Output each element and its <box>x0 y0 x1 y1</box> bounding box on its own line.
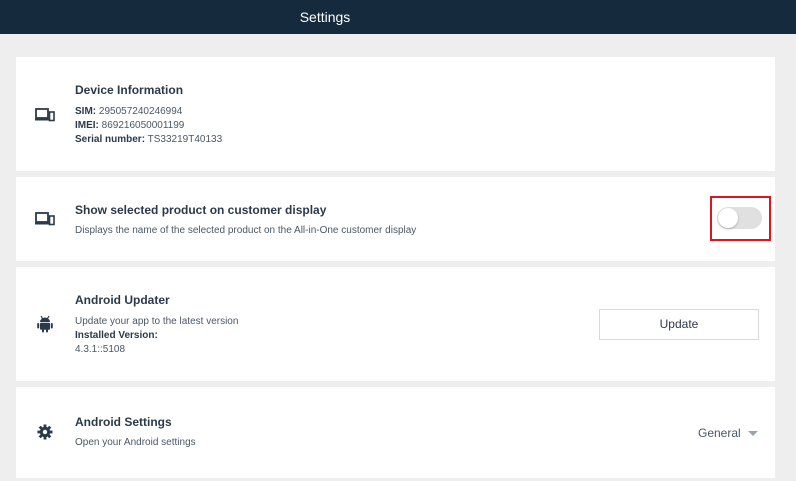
customer-display-description: Displays the name of the selected produc… <box>75 225 417 236</box>
page-title: Settings <box>299 9 351 25</box>
android-updater-description: Update your app to the latest version <box>75 316 239 327</box>
device-information-card: Device Information SIM: 295057240246994 … <box>16 57 775 171</box>
sim-label: SIM: <box>75 106 97 117</box>
imei-value: 869216050001199 <box>101 120 185 131</box>
sim-value: 295057240246994 <box>98 106 183 117</box>
android-icon <box>35 314 55 334</box>
installed-version-label: Installed Version: <box>75 330 158 341</box>
toggle-knob <box>718 208 738 228</box>
android-settings-title: Android Settings <box>75 415 172 429</box>
android-updater-card: Android Updater Update your app to the l… <box>16 267 775 381</box>
update-button[interactable]: Update <box>599 309 759 340</box>
settings-select[interactable]: General <box>696 424 760 442</box>
imei-line: IMEI: 869216050001199 <box>75 120 184 131</box>
sim-line: SIM: 295057240246994 <box>75 106 182 117</box>
android-settings-description: Open your Android settings <box>75 437 196 448</box>
android-updater-title: Android Updater <box>75 293 170 307</box>
customer-display-card: Show selected product on customer displa… <box>16 177 775 261</box>
imei-label: IMEI: <box>75 120 99 131</box>
devices-icon <box>35 209 55 229</box>
customer-display-toggle[interactable] <box>717 207 762 229</box>
settings-select-value: General <box>698 426 741 440</box>
serial-line: Serial number: TS33219T40133 <box>75 134 222 145</box>
gear-icon <box>35 422 55 442</box>
installed-version-value: 4.3.1::5108 <box>75 344 126 355</box>
toggle-highlight-box <box>710 196 771 241</box>
android-settings-card: Android Settings Open your Android setti… <box>16 387 775 478</box>
device-information-title: Device Information <box>75 83 184 97</box>
chevron-down-icon <box>748 431 758 436</box>
installed-version-label-text: Installed Version: <box>75 330 158 341</box>
devices-icon <box>35 105 55 125</box>
serial-label: Serial number: <box>75 134 146 145</box>
customer-display-title: Show selected product on customer displa… <box>75 203 327 217</box>
app-header: Settings <box>0 0 796 34</box>
serial-value: TS33219T40133 <box>147 134 223 145</box>
